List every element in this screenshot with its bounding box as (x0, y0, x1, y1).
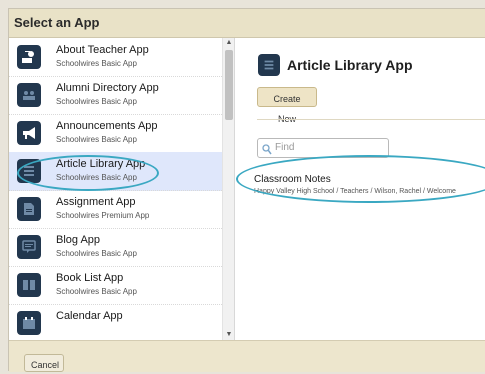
teacher-icon (17, 45, 41, 69)
dialog-title-bar: Select an App (9, 9, 485, 38)
app-list-item-blog[interactable]: Blog App Schoolwires Basic App (9, 228, 222, 267)
result-path: Happy Valley High School / Teachers / Wi… (254, 188, 456, 195)
list-icon (17, 159, 41, 183)
book-icon (17, 273, 41, 297)
app-list-item-article-library[interactable]: Article Library App Schoolwires Basic Ap… (9, 152, 222, 191)
app-list-item-book-list[interactable]: Book List App Schoolwires Basic App (9, 266, 222, 305)
find-placeholder: Find (275, 142, 295, 153)
app-list-item-assignment[interactable]: Assignment App Schoolwires Premium App (9, 190, 222, 229)
app-name: Announcements App (56, 120, 158, 132)
app-name: About Teacher App (56, 44, 149, 56)
app-edition: Schoolwires Basic App (56, 287, 137, 296)
create-new-button[interactable]: Create New (257, 87, 317, 124)
alumni-icon (17, 83, 41, 107)
scrollbar-thumb[interactable] (225, 50, 233, 120)
app-name: Blog App (56, 234, 101, 246)
app-list-item-calendar[interactable]: Calendar App (9, 304, 222, 340)
app-list-item-alumni-directory[interactable]: Alumni Directory App Schoolwires Basic A… (9, 76, 222, 115)
find-input[interactable]: Find (257, 138, 389, 158)
dialog-title: Select an App (14, 15, 100, 30)
dialog-footer: Cancel (9, 340, 485, 372)
cancel-button[interactable]: Cancel (24, 354, 64, 372)
app-detail-panel: Article Library App Create New Find Clas… (235, 38, 485, 340)
scroll-down-arrow-icon[interactable]: ▼ (223, 330, 234, 340)
scroll-up-arrow-icon[interactable]: ▲ (223, 38, 234, 48)
divider (257, 119, 485, 120)
app-edition: Schoolwires Basic App (56, 249, 137, 258)
select-app-dialog: Select an App About Teacher App Schoolwi… (8, 8, 485, 372)
megaphone-icon (17, 121, 41, 145)
app-name: Calendar App (56, 310, 123, 322)
speech-bubble-icon (17, 235, 41, 259)
app-list-scrollbar[interactable]: ▲ ▼ (222, 38, 234, 340)
app-detail-title: Article Library App (287, 57, 413, 73)
document-icon (17, 197, 41, 221)
app-name: Assignment App (56, 196, 136, 208)
app-edition: Schoolwires Basic App (56, 135, 137, 144)
app-name: Alumni Directory App (56, 82, 159, 94)
app-edition: Schoolwires Basic App (56, 59, 137, 68)
result-title-link[interactable]: Classroom Notes (254, 174, 331, 185)
list-icon (258, 54, 280, 76)
search-icon (262, 142, 272, 160)
app-name: Article Library App (56, 158, 146, 170)
app-edition: Schoolwires Basic App (56, 97, 137, 106)
app-edition: Schoolwires Premium App (56, 211, 150, 220)
app-name: Book List App (56, 272, 124, 284)
calendar-icon (17, 311, 41, 335)
app-edition: Schoolwires Basic App (56, 173, 137, 182)
app-list-item-announcements[interactable]: Announcements App Schoolwires Basic App (9, 114, 222, 153)
app-list-panel: About Teacher App Schoolwires Basic App … (9, 38, 235, 340)
app-list-item-about-teacher[interactable]: About Teacher App Schoolwires Basic App (9, 38, 222, 77)
